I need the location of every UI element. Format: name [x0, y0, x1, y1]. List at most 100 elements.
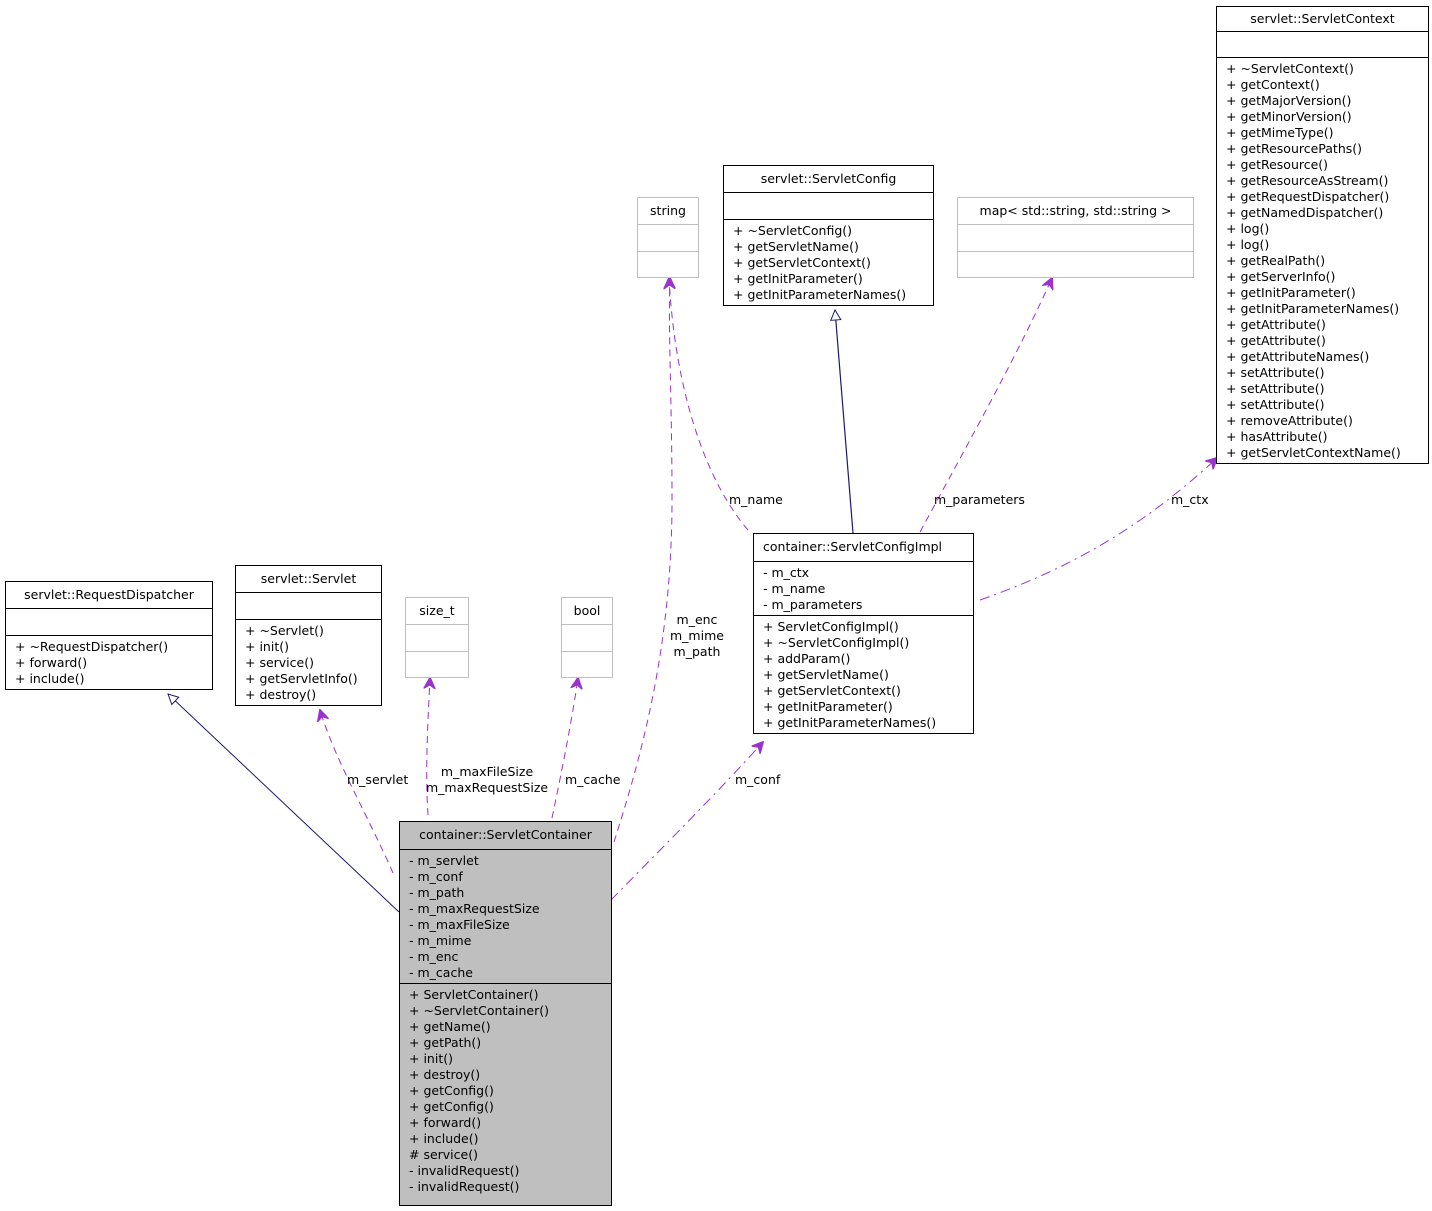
method-item: + getConfig() [409, 1083, 494, 1098]
method-item: + getInitParameterNames() [763, 715, 937, 730]
method-item: + service() [245, 655, 314, 670]
attributes-section [958, 224, 1193, 251]
class-title: string [650, 203, 686, 218]
method-item: + getPath() [409, 1035, 482, 1050]
label-line: m_maxFileSize [440, 764, 534, 779]
attributes-section [1217, 31, 1428, 57]
edge-label-m-servlet: m_servlet [347, 772, 409, 787]
class-title: container::ServletConfigImpl [763, 539, 943, 554]
edge-label-m-conf: m_conf [735, 772, 781, 787]
method-item: + getRequestDispatcher() [1226, 189, 1390, 204]
class-title: bool [573, 603, 601, 618]
edge-configimpl-inherits-config [835, 310, 854, 534]
label-line: m_mime [670, 628, 724, 643]
method-item: + getServletContextName() [1226, 445, 1401, 460]
method-item: + getName() [409, 1019, 491, 1034]
attribute-item: - m_maxRequestSize [409, 901, 540, 916]
attributes-section [6, 608, 212, 635]
method-item: + getMimeType() [1226, 125, 1334, 140]
edge-label-m-ctx: m_ctx [1171, 492, 1209, 507]
method-item: + ~ServletContainer() [409, 1003, 549, 1018]
method-item: + getMinorVersion() [1226, 109, 1352, 124]
method-item: + init() [245, 639, 289, 654]
method-item: # service() [409, 1147, 478, 1162]
edge-label-m-cache: m_cache [565, 772, 621, 787]
attribute-item: - m_parameters [763, 597, 863, 612]
method-item: + getRealPath() [1226, 253, 1326, 268]
class-title: container::ServletContainer [419, 827, 592, 842]
class-title: servlet::ServletContext [1250, 11, 1395, 26]
class-servlet-config[interactable]: servlet::ServletConfig + ~ServletConfig(… [723, 165, 934, 306]
methods-section: + ServletConfigImpl() + ~ServletConfigImp… [754, 615, 973, 733]
method-item: + init() [409, 1051, 453, 1066]
method-item: + setAttribute() [1226, 365, 1325, 380]
method-item: + ~RequestDispatcher() [15, 639, 169, 654]
edge-m-cache [551, 678, 578, 819]
method-item: + log() [1226, 237, 1270, 252]
class-string[interactable]: string [637, 197, 699, 278]
method-item: - invalidRequest() [409, 1163, 520, 1178]
edge-label-m-parameters: m_parameters [934, 492, 1025, 507]
attributes-section [724, 192, 933, 219]
edge-container-inherits-dispatcher [168, 694, 400, 913]
class-bool[interactable]: bool [561, 597, 613, 678]
method-item: + getServerInfo() [1226, 269, 1336, 284]
method-item: - invalidRequest() [409, 1179, 520, 1194]
method-item: + getResourcePaths() [1226, 141, 1363, 156]
attribute-item: - m_enc [409, 949, 459, 964]
method-item: + getServletInfo() [245, 671, 358, 686]
class-title: map< std::string, std::string > [979, 203, 1172, 218]
method-item: + hasAttribute() [1226, 429, 1328, 444]
method-item: + getAttribute() [1226, 317, 1326, 332]
class-title: servlet::ServletConfig [760, 171, 897, 186]
class-size-t[interactable]: size_t [405, 597, 469, 678]
label-line: m_maxRequestSize [426, 780, 549, 795]
class-servlet-config-impl[interactable]: container::ServletConfigImpl - m_ctx - m_… [753, 533, 974, 734]
method-item: + getServletName() [733, 239, 859, 254]
attributes-section: - m_ctx - m_name - m_parameters [754, 561, 973, 615]
method-item: + forward() [15, 655, 88, 670]
attribute-item: - m_ctx [763, 565, 810, 580]
methods-section: + ~Servlet() + init() + service() + getServ… [236, 619, 381, 705]
attributes-section [406, 624, 468, 651]
methods-section [562, 651, 612, 678]
edge-m-servlet [320, 710, 394, 874]
methods-section: + ServletContainer() + ~ServletContainer(… [400, 983, 611, 1197]
class-servlet[interactable]: servlet::Servlet + ~Servlet() + init() + s… [235, 565, 382, 706]
method-item: + getMajorVersion() [1226, 93, 1352, 108]
method-item: + getResourceAsStream() [1226, 173, 1389, 188]
edge-m-string [613, 278, 672, 843]
class-request-dispatcher[interactable]: servlet::RequestDispatcher + ~RequestDis… [5, 581, 213, 690]
class-servlet-container[interactable]: container::ServletContainer - m_servlet -… [399, 821, 612, 1206]
edge-label-m-name: m_name [729, 492, 783, 507]
method-item: + addParam() [763, 651, 851, 666]
class-map[interactable]: map< std::string, std::string > [957, 197, 1194, 278]
class-servlet-context[interactable]: servlet::ServletContext + ~ServletContex… [1216, 6, 1429, 464]
attributes-section [638, 224, 698, 251]
method-item: + getContext() [1226, 77, 1320, 92]
method-item: + getInitParameterNames() [733, 287, 907, 302]
method-item: + log() [1226, 221, 1270, 236]
method-item: + destroy() [409, 1067, 481, 1082]
attribute-item: - m_mime [409, 933, 472, 948]
edge-label-m-string: m_enc m_mime m_path [670, 612, 724, 660]
method-item: + ~ServletConfig() [733, 223, 853, 238]
method-item: + ~ServletConfigImpl() [763, 635, 910, 650]
attributes-section [562, 624, 612, 651]
method-item: + destroy() [245, 687, 317, 702]
methods-section [638, 251, 698, 278]
method-item: + forward() [409, 1115, 482, 1130]
class-title: servlet::Servlet [260, 571, 357, 586]
class-title: size_t [419, 603, 455, 618]
method-item: + getInitParameter() [763, 699, 893, 714]
attribute-item: - m_maxFileSize [409, 917, 510, 932]
method-item: + include() [409, 1131, 479, 1146]
method-item: + removeAttribute() [1226, 413, 1353, 428]
methods-section [958, 251, 1193, 278]
method-item: + getServletContext() [763, 683, 901, 698]
attributes-section [236, 592, 381, 619]
label-line: m_path [673, 644, 721, 659]
method-item: + getResource() [1226, 157, 1329, 172]
attribute-item: - m_conf [409, 869, 463, 884]
attribute-item: - m_servlet [409, 853, 479, 868]
